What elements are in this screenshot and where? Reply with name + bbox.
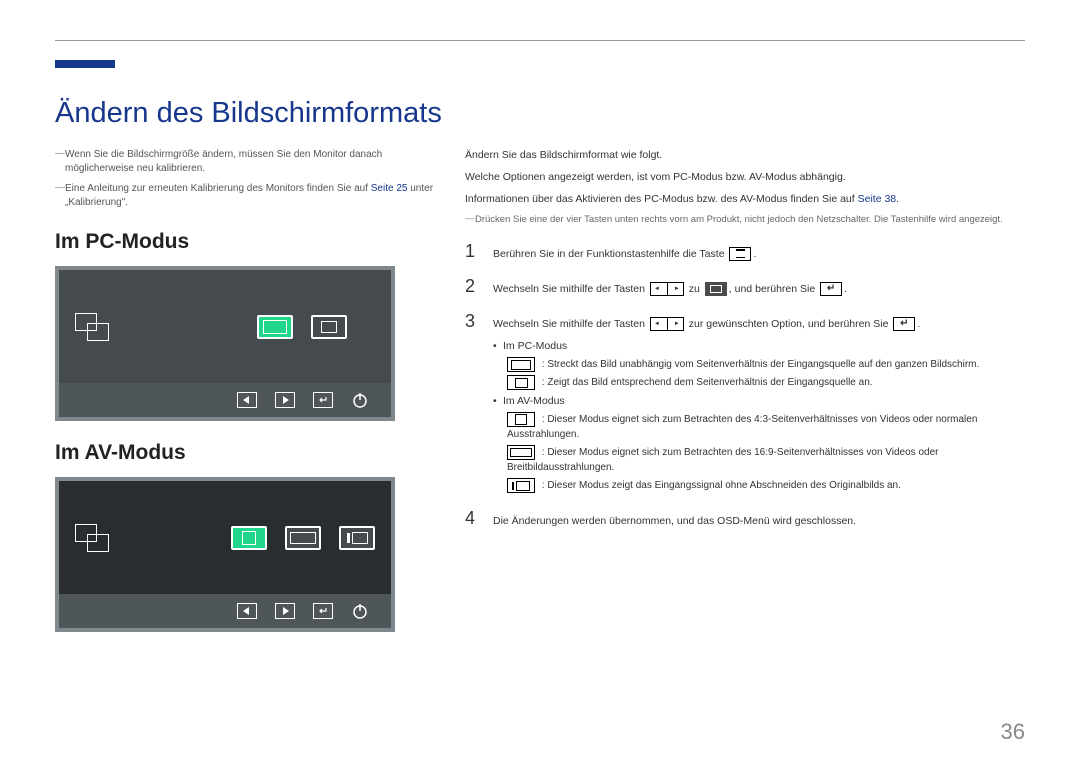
dot-by-dot-icon [507,478,535,493]
nav-right-icon [275,392,295,408]
step-1-body: Berühren Sie in der Funktionstastenhilfe… [493,246,1025,263]
content-columns: Wenn Sie die Bildschirmgröße ändern, müs… [55,148,1025,632]
left-right-nav-icon [650,282,684,296]
step-number-4: 4 [465,505,479,532]
osd-control-bar-av [59,594,391,628]
fit-icon [507,375,535,390]
step-3-text-a: Wechseln Sie mithilfe der Tasten [493,318,648,330]
step-2-text-d: . [844,283,847,295]
desc-4-3: : Dieser Modus eignet sich zum Betrachte… [507,412,1025,442]
menu-icon [729,247,751,261]
step-2-body: Wechseln Sie mithilfe der Tasten zu , un… [493,281,1025,298]
osd-option-4-3-active [231,526,267,550]
enter-icon [313,603,333,619]
sub-av-label: Im AV-Modus [503,395,565,407]
step-2-text-c: , und berühren Sie [729,283,818,295]
step-4-body: Die Änderungen werden übernommen, und da… [493,513,1025,530]
note-text-a: Eine Anleitung zur erneuten Kalibrierung… [65,183,371,194]
step-3: 3 Wechseln Sie mithilfe der Tasten zur g… [465,308,1025,497]
osd-option-16-9 [285,526,321,550]
note-button-hint: Drücken Sie eine der vier Tasten unten r… [465,213,1025,227]
desc-fit: : Zeigt das Bild entsprechend dem Seiten… [507,375,1025,390]
fullscreen-icon [507,357,535,372]
osd-option-fit [311,315,347,339]
step-1-text-a: Berühren Sie in der Funktionstastenhilfe… [493,248,727,260]
link-page-38[interactable]: Seite 38 [858,193,897,205]
step-1: 1 Berühren Sie in der Funktionstastenhil… [465,238,1025,265]
osd-overlap-icon [75,524,109,552]
ratio-4-3-icon [507,412,535,427]
ratio-16-9-icon [507,445,535,460]
step-4: 4 Die Änderungen werden übernommen, und … [465,505,1025,532]
nav-right-icon [275,603,295,619]
accent-bar [55,60,115,68]
step-3-text-c: . [917,318,920,330]
intro-line-2: Welche Optionen angezeigt werden, ist vo… [465,170,1025,186]
step-number-3: 3 [465,308,479,335]
nav-left-icon [237,603,257,619]
top-rule [55,40,1025,41]
enter-icon [893,317,915,331]
heading-pc-mode: Im PC-Modus [55,230,435,254]
aspect-icon [705,282,727,296]
right-column: Ändern Sie das Bildschirmformat wie folg… [465,148,1025,632]
power-icon [351,391,369,409]
step-2: 2 Wechseln Sie mithilfe der Tasten zu , … [465,273,1025,300]
intro-line-3b: . [896,193,899,205]
step-2-text-a: Wechseln Sie mithilfe der Tasten [493,283,648,295]
intro-line-1: Ändern Sie das Bildschirmformat wie folg… [465,148,1025,164]
heading-av-mode: Im AV-Modus [55,441,435,465]
osd-screen-av [59,481,391,594]
page-number: 36 [1001,719,1025,745]
step-3-text-b: zur gewünschten Option, und berühren Sie [686,318,891,330]
desc-dot: : Dieser Modus zeigt das Eingangssignal … [507,478,1025,493]
step-number-2: 2 [465,273,479,300]
desc-16-9-text: : Dieser Modus eignet sich zum Betrachte… [507,447,938,473]
power-icon [351,602,369,620]
nav-left-icon [237,392,257,408]
sub-pc-mode: •Im PC-Modus [493,338,1025,355]
desc-fullscreen-text: : Streckt das Bild unabhängig vom Seiten… [539,359,979,370]
note-calibration-link: Eine Anleitung zur erneuten Kalibrierung… [55,182,435,210]
step-1-text-b: . [753,248,756,260]
intro-line-3: Informationen über das Aktivieren des PC… [465,192,1025,208]
link-page-25[interactable]: Seite 25 [371,183,408,194]
desc-16-9: : Dieser Modus eignet sich zum Betrachte… [507,445,1025,475]
step-number-1: 1 [465,238,479,265]
enter-icon [313,392,333,408]
desc-dot-text: : Dieser Modus zeigt das Eingangssignal … [539,481,901,492]
osd-option-fullscreen-active [257,315,293,339]
step-2-text-b: zu [686,283,703,295]
page-title: Ändern des Bildschirmformats [55,97,1025,130]
monitor-illustration-av [55,477,395,632]
desc-fit-text: : Zeigt das Bild entsprechend dem Seiten… [539,377,873,388]
osd-control-bar-pc [59,383,391,417]
sub-pc-label: Im PC-Modus [503,340,567,352]
osd-screen-pc [59,270,391,383]
monitor-illustration-pc [55,266,395,421]
left-right-nav-icon [650,317,684,331]
enter-icon [820,282,842,296]
note-calibrate: Wenn Sie die Bildschirmgröße ändern, müs… [55,148,435,176]
osd-overlap-icon [75,313,109,341]
intro-line-3a: Informationen über das Aktivieren des PC… [465,193,858,205]
desc-fullscreen: : Streckt das Bild unabhängig vom Seiten… [507,357,1025,372]
osd-option-dot [339,526,375,550]
left-column: Wenn Sie die Bildschirmgröße ändern, müs… [55,148,435,632]
sub-av-mode: •Im AV-Modus [493,393,1025,410]
desc-4-3-text: : Dieser Modus eignet sich zum Betrachte… [507,414,977,440]
step-3-body: Wechseln Sie mithilfe der Tasten zur gew… [493,316,1025,497]
